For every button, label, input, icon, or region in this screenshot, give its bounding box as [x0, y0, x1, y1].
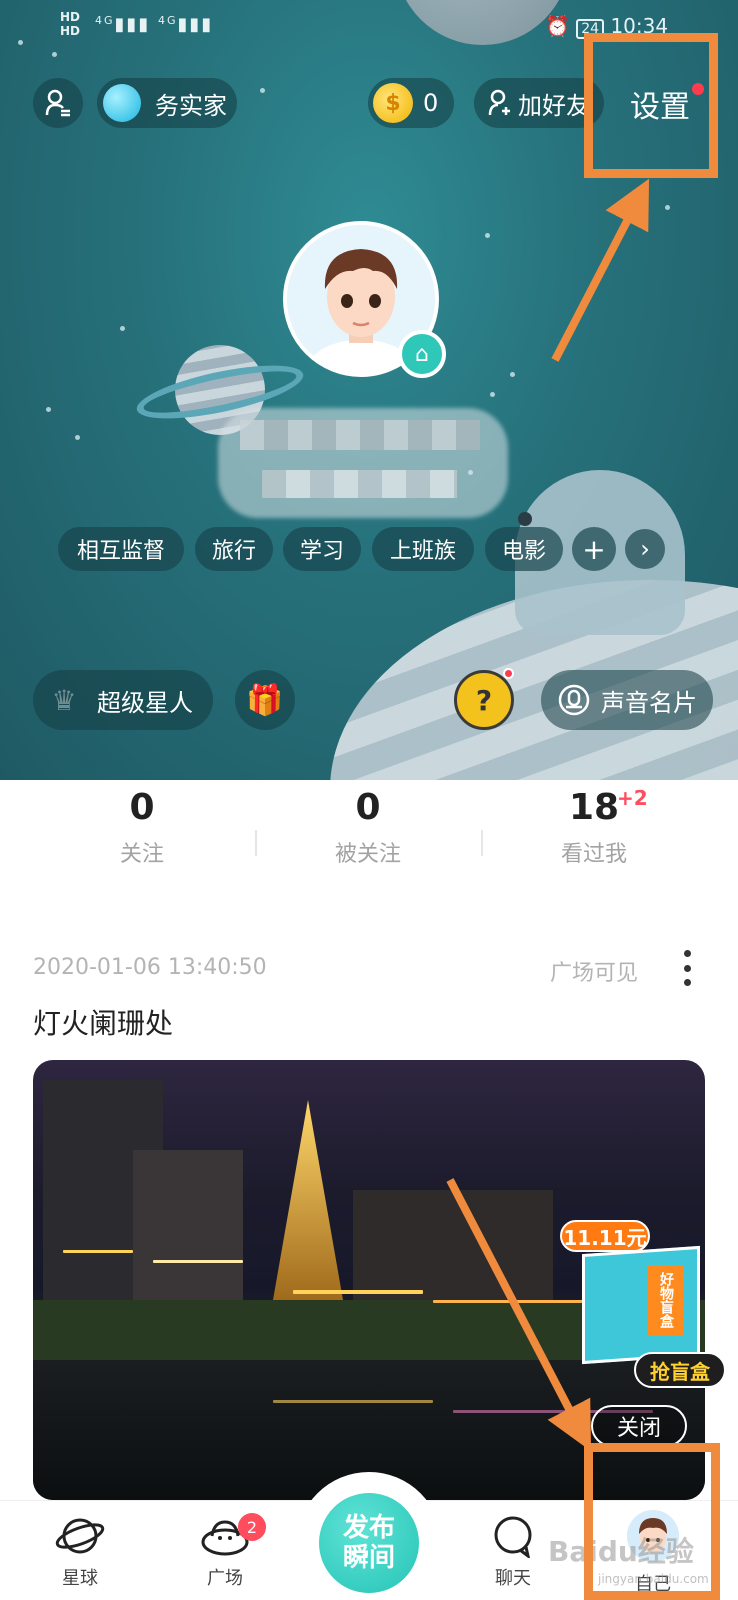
visitors-stat[interactable]: 18 看过我 [494, 780, 694, 870]
star-decoration [260, 88, 265, 93]
planet-icon [30, 1510, 130, 1562]
crown-icon: ♛ [51, 683, 77, 717]
network-indicator: HD HD [60, 10, 81, 38]
tag-item[interactable]: 电影 [485, 527, 563, 571]
star-decoration [46, 407, 51, 412]
close-ad-button[interactable]: 关闭 [591, 1405, 687, 1447]
tag-item[interactable]: 上班族 [372, 527, 474, 571]
user-switch-icon [45, 89, 70, 117]
nav-planet[interactable]: 星球 [30, 1510, 130, 1592]
star-decoration [490, 392, 495, 397]
ghost-eye [518, 512, 532, 526]
voice-card-label: 声音名片 [601, 688, 697, 717]
stat-divider [481, 830, 483, 856]
post-title: 灯火阑珊处 [33, 1007, 174, 1040]
followers-stat[interactable]: 0 被关注 [268, 780, 468, 870]
star-decoration [555, 350, 560, 355]
coin-icon: $ [373, 83, 413, 123]
tag-item[interactable]: 旅行 [195, 527, 273, 571]
signal-icon: 4G▮▮▮ 4G▮▮▮ [95, 14, 214, 35]
blurred-signature-text [262, 470, 457, 498]
grab-box-button[interactable]: 抢盲盒 [634, 1352, 726, 1388]
coin-count: 0 [423, 89, 439, 117]
add-tag-icon[interactable]: + [572, 527, 616, 571]
visitor-user-button[interactable] [33, 78, 83, 128]
super-star-label: 超级星人 [97, 688, 193, 717]
nickname-label: 务实家 [155, 91, 227, 120]
annotation-box-me-tab [584, 1443, 720, 1600]
blurred-name-text [240, 420, 480, 450]
voice-card-button[interactable]: 声音名片 [541, 670, 713, 730]
coins-button[interactable]: $ 0 [368, 78, 454, 128]
star-decoration [120, 326, 125, 331]
store-badge-icon[interactable]: ⌂ [398, 330, 446, 378]
post-timestamp: 2020-01-06 13:40:50 [33, 955, 267, 980]
add-friend-icon [488, 89, 510, 116]
mystery-cat-icon[interactable]: ? [454, 670, 514, 730]
super-star-button[interactable]: ♛ 超级星人 [33, 670, 213, 730]
following-stat[interactable]: 0 关注 [42, 780, 242, 870]
tag-item[interactable]: 相互监督 [58, 527, 184, 571]
post-visibility: 广场可见 [550, 961, 639, 986]
alarm-icon: ⏰ [545, 14, 570, 38]
star-decoration [75, 435, 80, 440]
more-options-icon[interactable] [672, 950, 702, 986]
annotation-box-settings [584, 33, 718, 178]
star-decoration [665, 205, 670, 210]
stat-divider [255, 830, 257, 856]
blind-box-ad[interactable]: 好物盲盒 11.11元 抢盲盒 [560, 1220, 726, 1388]
voice-icon [558, 684, 590, 716]
ad-price: 11.11元 [560, 1220, 650, 1252]
mystery-notification-dot [503, 668, 514, 679]
square-unread-badge: 2 [238, 1513, 266, 1541]
planet-orb-icon [103, 84, 141, 122]
publish-moment-button[interactable]: 发布 瞬间 [319, 1493, 419, 1593]
nickname-button[interactable]: 务实家 [97, 78, 237, 128]
star-decoration [485, 233, 490, 238]
star-decoration [510, 372, 515, 377]
gift-icon[interactable]: 🎁 [235, 670, 295, 730]
tag-item[interactable]: 学习 [283, 527, 361, 571]
chevron-right-icon[interactable]: › [625, 529, 665, 569]
visitors-delta-badge: +2 [617, 786, 648, 810]
